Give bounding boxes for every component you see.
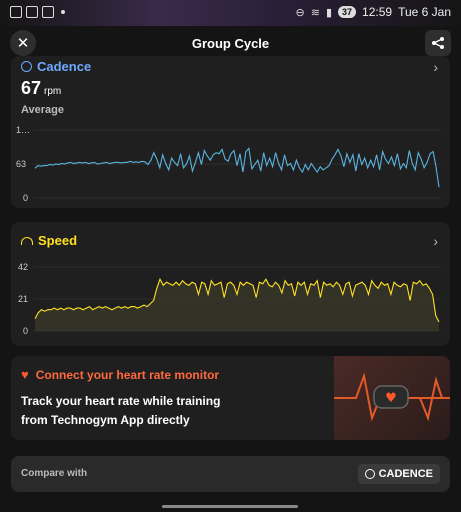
cadence-chart: 1… 63 0 [16, 126, 441, 202]
cadence-chip-icon [364, 469, 375, 479]
dnd-icon: ⊖ [295, 6, 305, 19]
cadence-value: 67 [21, 78, 42, 98]
status-time: 12:59 [362, 5, 393, 19]
share-icon [432, 37, 444, 49]
compare-bar: Compare with CADENCE [11, 456, 450, 492]
speed-tick-max: 42 [18, 262, 28, 272]
cadence-tick-zero: 0 [23, 193, 28, 202]
cadence-title: Cadence [37, 59, 92, 74]
speed-title: Speed [38, 233, 78, 248]
hr-card-line-1: Track your heart rate while training [21, 394, 221, 408]
notification-icons [10, 6, 65, 18]
chevron-right-icon[interactable]: › [433, 233, 438, 249]
speed-card[interactable]: Speed › 42 21 0 [11, 222, 450, 346]
compare-chip-label: CADENCE [378, 468, 433, 480]
cadence-header: Cadence [21, 59, 91, 74]
speed-header: Speed [21, 233, 77, 248]
heart-rate-monitor-illustration: ♥ [334, 356, 450, 440]
compare-label: Compare with [21, 468, 88, 479]
speed-chart: 42 21 0 [18, 262, 441, 336]
speed-tick-zero: 0 [23, 326, 28, 336]
hr-card-header: ♥ Connect your heart rate monitor [21, 367, 219, 382]
cadence-tick-max: 1… [16, 126, 30, 135]
hr-card-title: Connect your heart rate monitor [35, 367, 220, 382]
status-bar: ⊖ ≋ ▮ 37 12:59 Tue 6 Jan [0, 0, 461, 26]
heart-icon: ♥ [21, 367, 29, 382]
cadence-tick-mid: 63 [16, 159, 26, 169]
heart-rate-promo-card[interactable]: ♥ Connect your heart rate monitor Track … [11, 356, 450, 440]
cadence-average-label: Average [21, 104, 65, 116]
cadence-card[interactable]: Cadence › 67 rpm Average 1… 63 0 [11, 56, 450, 208]
more-notifications-icon [61, 10, 65, 14]
speed-tick-mid: 21 [18, 294, 28, 304]
hr-monitor-icon: ♥ [334, 372, 450, 422]
battery-indicator: 37 [338, 6, 357, 18]
chevron-right-icon[interactable]: › [433, 59, 438, 75]
cadence-unit: rpm [44, 86, 62, 97]
svg-text:♥: ♥ [385, 391, 397, 406]
home-indicator[interactable] [162, 505, 298, 508]
wifi-icon: ≋ [310, 6, 320, 19]
signal-icon: ▮ [325, 6, 333, 19]
screenshot-icon [10, 6, 22, 18]
compare-metric-chip[interactable]: CADENCE [357, 464, 440, 484]
speedometer-icon [21, 236, 33, 245]
status-right: ⊖ ≋ ▮ 37 12:59 Tue 6 Jan [296, 5, 451, 19]
cadence-average-value: 67 rpm [21, 78, 61, 99]
cadence-series-line [34, 147, 440, 188]
page-title: Group Cycle [191, 36, 270, 51]
calendar-icon [26, 6, 38, 18]
gmail-icon [42, 6, 54, 18]
share-button[interactable] [425, 30, 451, 56]
hr-card-body: Track your heart rate while training fro… [21, 392, 236, 430]
cadence-icon [21, 61, 32, 72]
hr-card-line-2: from Technogym App directly [21, 413, 190, 427]
status-date: Tue 6 Jan [398, 5, 451, 19]
